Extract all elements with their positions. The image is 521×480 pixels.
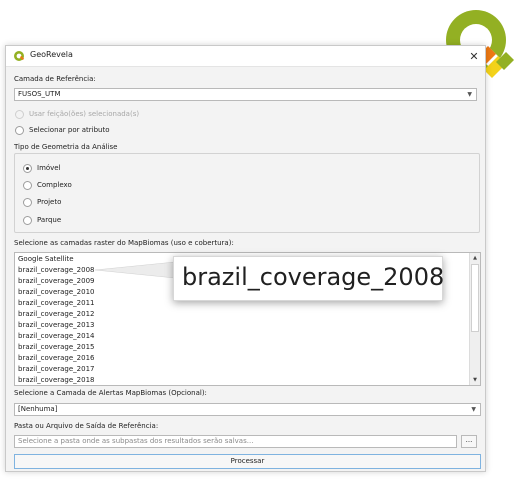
dropdown-arrow-icon: ▼ [471,406,476,413]
list-item[interactable]: brazil_coverage_2013 [18,321,95,329]
close-icon[interactable]: ✕ [464,46,484,66]
process-button[interactable]: Processar [14,454,481,469]
zoom-callout: brazil_coverage_2008 [173,256,445,301]
list-scrollbar[interactable]: ▲ ▼ [469,253,480,385]
reference-layer-combo[interactable]: FUSOS_UTM ▼ [14,88,477,101]
zoom-pointer [95,261,175,279]
scroll-up-icon[interactable]: ▲ [470,253,480,263]
list-item[interactable]: brazil_coverage_2017 [18,365,95,373]
alerts-layer-combo[interactable]: [Nenhuma] ▼ [14,403,481,416]
reference-layer-label: Camada de Referência: [14,75,96,83]
alerts-layer-value: [Nenhuma] [18,405,58,413]
select-by-attribute-radio[interactable] [15,126,24,135]
list-item[interactable]: brazil_coverage_2010 [18,288,95,296]
list-item[interactable]: brazil_coverage_2018 [18,376,95,384]
geometry-option-imovel-radio[interactable] [23,164,32,173]
geometry-option-imovel[interactable]: Imóvel [37,164,61,172]
scroll-thumb[interactable] [471,264,479,332]
raster-layers-label: Selecione as camadas raster do MapBiomas… [14,239,234,247]
reference-layer-value: FUSOS_UTM [18,90,61,98]
dropdown-arrow-icon: ▼ [467,91,472,98]
browse-button[interactable]: ... [461,435,477,448]
geometry-option-complexo[interactable]: Complexo [37,181,72,189]
zoom-callout-text: brazil_coverage_2008 [182,263,445,291]
geometry-type-group [14,153,480,233]
window-title: GeoRevela [30,50,73,59]
select-by-attribute-label[interactable]: Selecionar por atributo [29,126,110,134]
title-bar: GeoRevela ✕ [6,46,485,67]
use-selected-radio [15,110,24,119]
list-item[interactable]: brazil_coverage_2008 [18,266,95,274]
alerts-layer-label: Selecione a Camada de Alertas MapBiomas … [14,389,207,397]
scroll-down-icon[interactable]: ▼ [470,375,480,385]
list-item[interactable]: brazil_coverage_2011 [18,299,95,307]
geometry-option-projeto-radio[interactable] [23,198,32,207]
list-item[interactable]: Google Satellite [18,255,74,263]
list-item[interactable]: brazil_coverage_2016 [18,354,95,362]
output-path-input[interactable]: Selecione a pasta onde as subpastas dos … [14,435,457,448]
list-item[interactable]: brazil_coverage_2015 [18,343,95,351]
geometry-option-parque[interactable]: Parque [37,216,61,224]
list-item[interactable]: brazil_coverage_2012 [18,310,95,318]
geometry-option-complexo-radio[interactable] [23,181,32,190]
list-item[interactable]: brazil_coverage_2009 [18,277,95,285]
geometry-type-label: Tipo de Geometria da Análise [14,143,118,151]
output-path-label: Pasta ou Arquivo de Saída de Referência: [14,422,159,430]
qgis-app-icon [14,51,25,61]
use-selected-label: Usar feição(ões) selecionada(s) [29,110,140,118]
geometry-option-projeto[interactable]: Projeto [37,198,61,206]
list-item[interactable]: brazil_coverage_2014 [18,332,95,340]
geometry-option-parque-radio[interactable] [23,216,32,225]
